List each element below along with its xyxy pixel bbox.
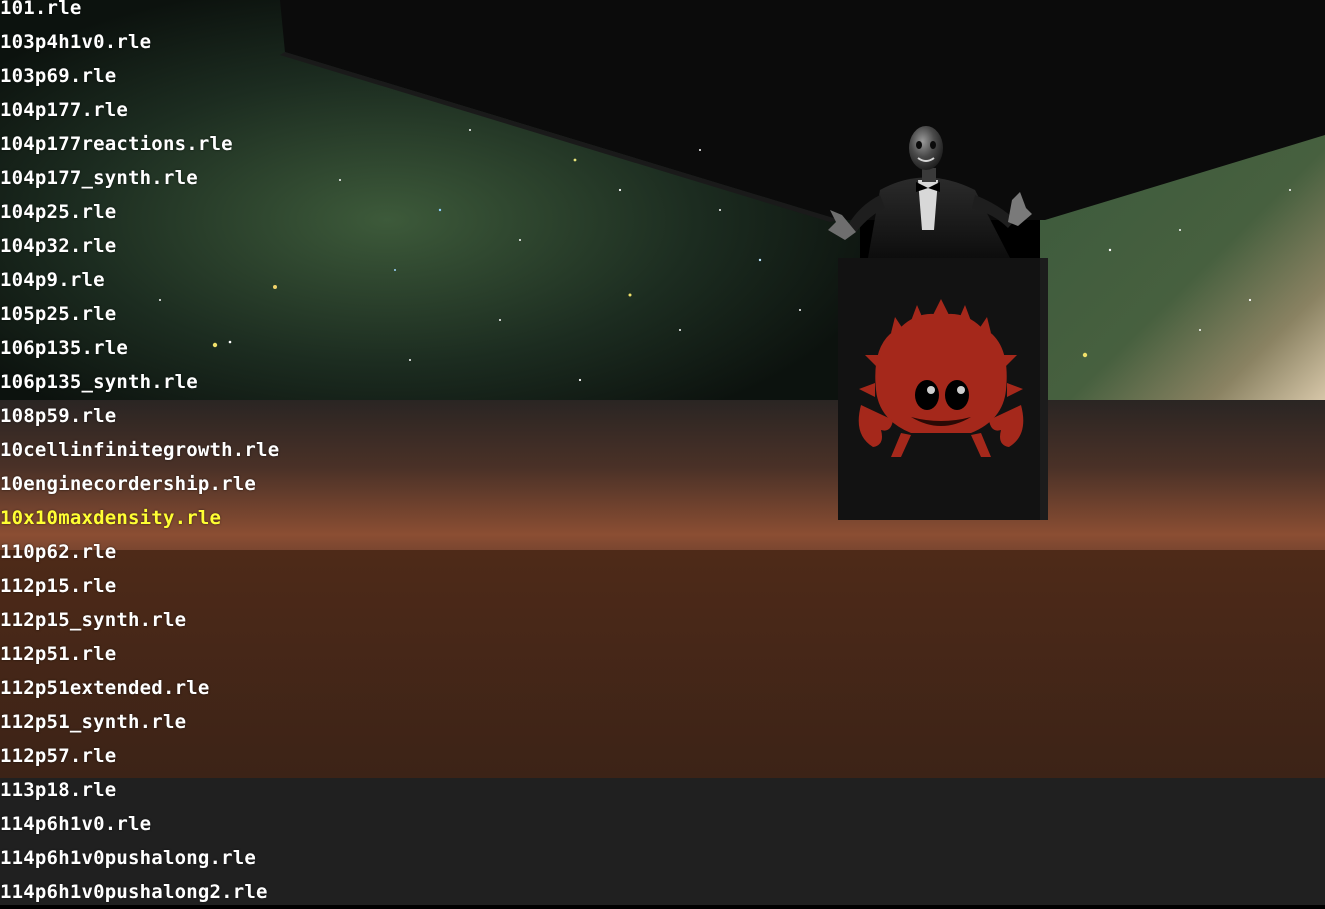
file-item[interactable]: 112p51.rle: [0, 637, 279, 671]
file-item[interactable]: 114p6h1v0pushalong2.rle: [0, 875, 279, 909]
file-item[interactable]: 112p51extended.rle: [0, 671, 279, 705]
file-item[interactable]: 103p69.rle: [0, 59, 279, 93]
file-item[interactable]: 104p177_synth.rle: [0, 161, 279, 195]
file-item[interactable]: 104p177reactions.rle: [0, 127, 279, 161]
file-item[interactable]: 110p62.rle: [0, 535, 279, 569]
file-item[interactable]: 114p6h1v0.rle: [0, 807, 279, 841]
file-item[interactable]: 103p4h1v0.rle: [0, 25, 279, 59]
file-item[interactable]: 10enginecordership.rle: [0, 467, 279, 501]
file-item[interactable]: 112p15.rle: [0, 569, 279, 603]
file-item[interactable]: 104p9.rle: [0, 263, 279, 297]
file-item[interactable]: 112p15_synth.rle: [0, 603, 279, 637]
file-item[interactable]: 113p18.rle: [0, 773, 279, 807]
file-item[interactable]: 106p135.rle: [0, 331, 279, 365]
file-list[interactable]: 101.rle 103p4h1v0.rle 103p69.rle 104p177.rl…: [0, 0, 279, 909]
file-item[interactable]: 101.rle: [0, 0, 279, 25]
file-item[interactable]: 112p51_synth.rle: [0, 705, 279, 739]
file-item[interactable]: 105p25.rle: [0, 297, 279, 331]
file-item-selected[interactable]: 10x10maxdensity.rle: [0, 501, 279, 535]
file-item[interactable]: 112p57.rle: [0, 739, 279, 773]
file-item[interactable]: 104p177.rle: [0, 93, 279, 127]
file-item[interactable]: 104p32.rle: [0, 229, 279, 263]
file-item[interactable]: 114p6h1v0pushalong.rle: [0, 841, 279, 875]
file-item[interactable]: 106p135_synth.rle: [0, 365, 279, 399]
file-item[interactable]: 10cellinfinitegrowth.rle: [0, 433, 279, 467]
file-item[interactable]: 108p59.rle: [0, 399, 279, 433]
file-item[interactable]: 104p25.rle: [0, 195, 279, 229]
